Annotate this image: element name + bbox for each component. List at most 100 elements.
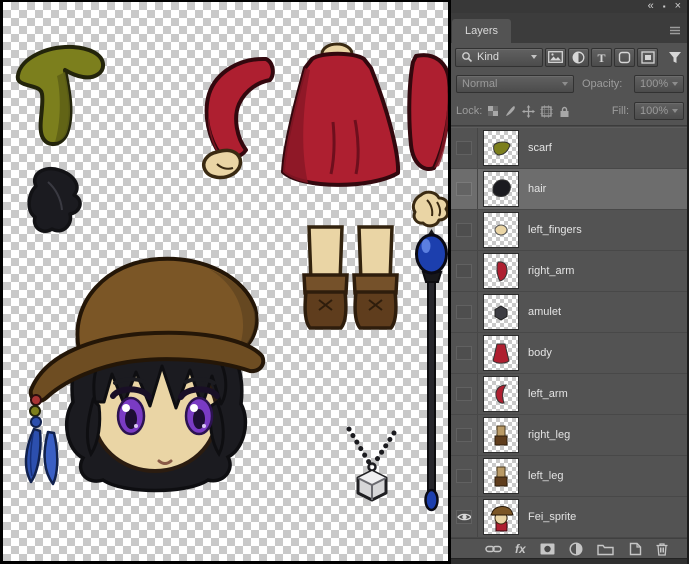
tab-layers[interactable]: Layers <box>452 19 511 43</box>
sprite-head <box>26 259 263 491</box>
layer-list: scarf hair left_fingers <box>451 128 689 538</box>
sprite-left-leg <box>354 227 397 328</box>
sprite-amulet <box>349 429 394 500</box>
visibility-toggle[interactable] <box>456 141 472 155</box>
lock-transparency-icon[interactable] <box>487 105 499 117</box>
layer-name: right_arm <box>528 265 574 277</box>
panel-menu-icon[interactable] <box>669 22 681 40</box>
layer-thumbnail[interactable] <box>483 253 519 289</box>
opacity-select[interactable]: 100% <box>634 75 684 93</box>
lock-pixels-brush-icon[interactable] <box>504 105 517 118</box>
blend-mode-value: Normal <box>462 78 497 90</box>
sprite-left-fingers <box>413 192 447 226</box>
lock-all-padlock-icon[interactable] <box>558 105 571 118</box>
new-layer-icon[interactable] <box>627 542 642 556</box>
delete-layer-trash-icon[interactable] <box>655 542 669 556</box>
visibility-toggle[interactable] <box>456 264 472 278</box>
document-canvas[interactable] <box>0 0 451 564</box>
svg-text:T: T <box>597 51 605 64</box>
lock-artboard-icon[interactable] <box>540 105 553 118</box>
filter-type-layers-button[interactable]: T <box>591 48 612 67</box>
filter-smart-objects-button[interactable] <box>637 48 658 67</box>
add-layer-mask-icon[interactable] <box>539 542 556 556</box>
visibility-column <box>451 251 478 291</box>
visibility-column <box>451 333 478 373</box>
chevron-down-icon <box>672 109 678 113</box>
layer-thumbnail[interactable] <box>483 376 519 412</box>
search-icon <box>461 51 473 63</box>
visibility-toggle[interactable] <box>456 223 472 237</box>
link-layers-icon[interactable] <box>485 542 502 556</box>
visibility-toggle[interactable] <box>456 387 472 401</box>
layer-row-left-arm[interactable]: left_arm <box>451 374 689 415</box>
sprite-artwork <box>3 2 448 561</box>
layer-thumbnail[interactable] <box>483 417 519 453</box>
layer-thumbnail[interactable] <box>483 294 519 330</box>
layer-name: left_leg <box>528 470 563 482</box>
layer-thumbnail[interactable] <box>483 171 519 207</box>
blend-mode-select[interactable]: Normal <box>456 75 574 93</box>
restore-icon[interactable]: ▪ <box>663 1 666 12</box>
sprite-hair-tuft <box>29 169 80 232</box>
layer-name: left_arm <box>528 388 568 400</box>
layer-styles-fx-icon[interactable]: fx <box>515 543 526 555</box>
layers-panel: « ▪ × Layers Kind <box>451 0 689 564</box>
visibility-column <box>451 415 478 455</box>
lock-row: Lock: Fill: 100% <box>451 97 689 125</box>
layer-row-left-fingers[interactable]: left_fingers <box>451 210 689 251</box>
fill-select[interactable]: 100% <box>634 102 684 120</box>
visibility-toggle[interactable] <box>456 346 472 360</box>
layer-row-amulet[interactable]: amulet <box>451 292 689 333</box>
filter-pixel-layers-button[interactable] <box>545 48 566 67</box>
application-window: « ▪ × Layers Kind <box>0 0 689 564</box>
sprite-staff <box>417 229 447 510</box>
transparency-checkerboard <box>3 2 448 561</box>
layer-thumbnail[interactable] <box>483 499 519 535</box>
layer-name: Fei_sprite <box>528 511 576 523</box>
lock-position-move-icon[interactable] <box>522 105 535 118</box>
sprite-scarf <box>18 47 103 144</box>
layers-bottom-toolbar: fx <box>451 538 689 558</box>
kind-filter-label: Kind <box>477 51 499 63</box>
layer-row-right-arm[interactable]: right_arm <box>451 251 689 292</box>
chevron-down-icon <box>562 82 568 86</box>
panel-window-bar: « ▪ × <box>451 0 689 13</box>
collapse-panels-icon[interactable]: « <box>648 1 654 12</box>
opacity-value: 100% <box>640 78 668 90</box>
panel-footer <box>451 558 689 564</box>
sprite-right-arm <box>409 55 448 169</box>
visibility-column <box>451 292 478 332</box>
visibility-column <box>451 210 478 250</box>
visibility-column <box>451 169 478 209</box>
visibility-toggle[interactable] <box>456 469 472 483</box>
layer-row-fei-sprite[interactable]: Fei_sprite <box>451 497 689 538</box>
eye-icon <box>457 512 471 522</box>
visibility-column <box>451 374 478 414</box>
lock-label: Lock: <box>456 105 482 117</box>
layer-row-hair[interactable]: hair <box>451 169 689 210</box>
layer-name: body <box>528 347 552 359</box>
fill-value: 100% <box>640 105 668 117</box>
new-group-folder-icon[interactable] <box>597 542 614 556</box>
filter-shape-layers-button[interactable] <box>614 48 635 67</box>
layer-name: hair <box>528 183 546 195</box>
layer-row-right-leg[interactable]: right_leg <box>451 415 689 456</box>
layer-row-body[interactable]: body <box>451 333 689 374</box>
visibility-toggle[interactable] <box>456 428 472 442</box>
layer-row-left-leg[interactable]: left_leg <box>451 456 689 497</box>
layer-row-scarf[interactable]: scarf <box>451 128 689 169</box>
visibility-toggle[interactable] <box>456 510 472 524</box>
kind-filter-select[interactable]: Kind <box>455 48 543 67</box>
visibility-toggle[interactable] <box>456 305 472 319</box>
layer-thumbnail[interactable] <box>483 130 519 166</box>
close-icon[interactable]: × <box>675 1 681 12</box>
filter-adjustment-layers-button[interactable] <box>568 48 589 67</box>
tab-layers-label: Layers <box>465 25 498 37</box>
layer-thumbnail[interactable] <box>483 212 519 248</box>
panel-tab-bar: Layers <box>451 13 689 43</box>
layer-thumbnail[interactable] <box>483 335 519 371</box>
visibility-toggle[interactable] <box>456 182 472 196</box>
layer-thumbnail[interactable] <box>483 458 519 494</box>
new-adjustment-layer-icon[interactable] <box>569 542 584 556</box>
filtering-toggle-icon[interactable] <box>668 51 682 64</box>
